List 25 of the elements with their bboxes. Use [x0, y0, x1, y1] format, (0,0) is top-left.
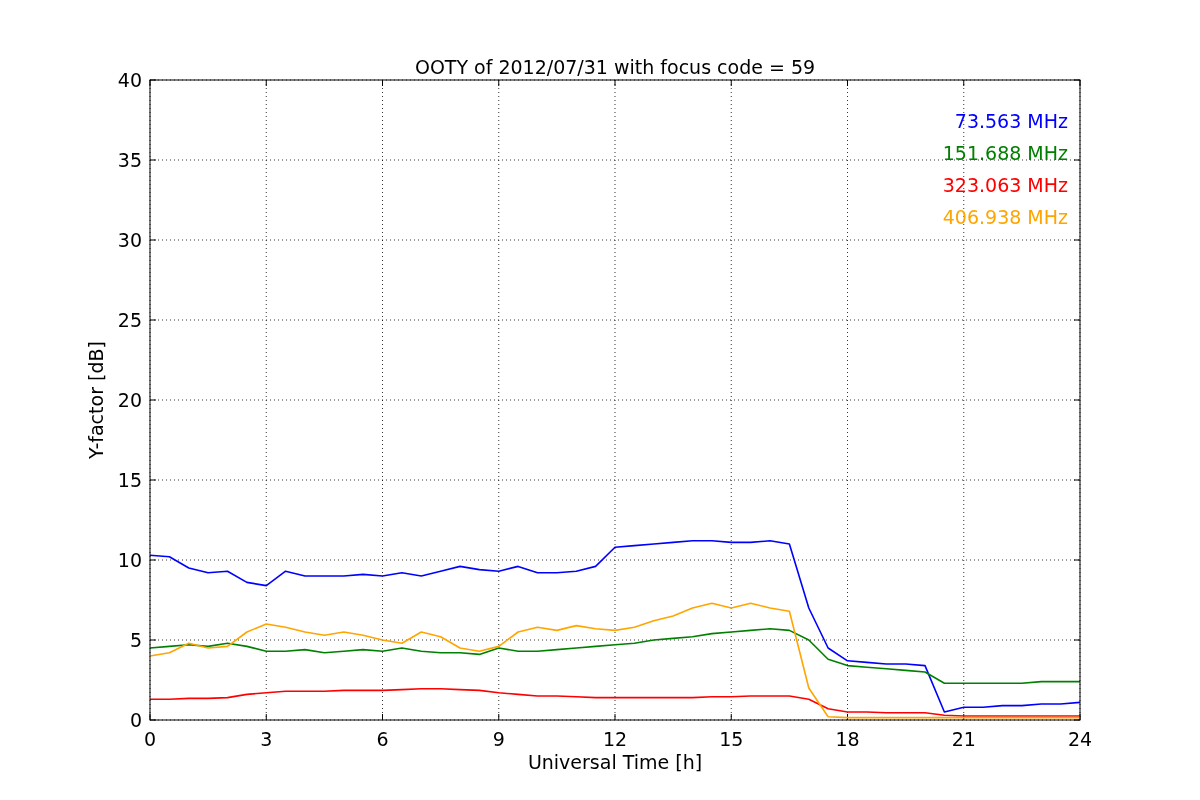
x-tick-label: 9	[492, 728, 505, 750]
legend-label: 73.563 MHz	[954, 110, 1068, 132]
y-tick-label: 25	[117, 309, 142, 331]
y-tick-label: 5	[129, 629, 142, 651]
legend-label: 323.063 MHz	[942, 174, 1068, 196]
y-tick-label: 20	[117, 389, 142, 411]
x-tick-label: 12	[602, 728, 628, 750]
x-axis-label: Universal Time [h]	[527, 751, 703, 773]
y-axis-label: Y-factor [dB]	[85, 341, 107, 459]
x-tick-label: 24	[1067, 728, 1093, 750]
y-tick-label: 15	[117, 469, 142, 491]
legend-label: 151.688 MHz	[942, 142, 1068, 164]
x-tick-label: 21	[951, 728, 976, 750]
x-tick-label: 3	[260, 728, 273, 750]
y-tick-label: 0	[129, 709, 142, 731]
x-tick-label: 0	[143, 728, 157, 750]
y-tick-label: 35	[117, 149, 142, 171]
x-tick-label: 18	[835, 728, 860, 750]
legend-label: 406.938 MHz	[942, 206, 1068, 228]
y-tick-label: 30	[117, 229, 142, 251]
x-tick-label: 15	[719, 728, 744, 750]
y-tick-label: 40	[117, 69, 142, 91]
y-tick-label: 10	[117, 549, 142, 571]
x-tick-label: 6	[376, 728, 389, 750]
chart-title: OOTY of 2012/07/31 with focus code = 59	[414, 56, 816, 78]
